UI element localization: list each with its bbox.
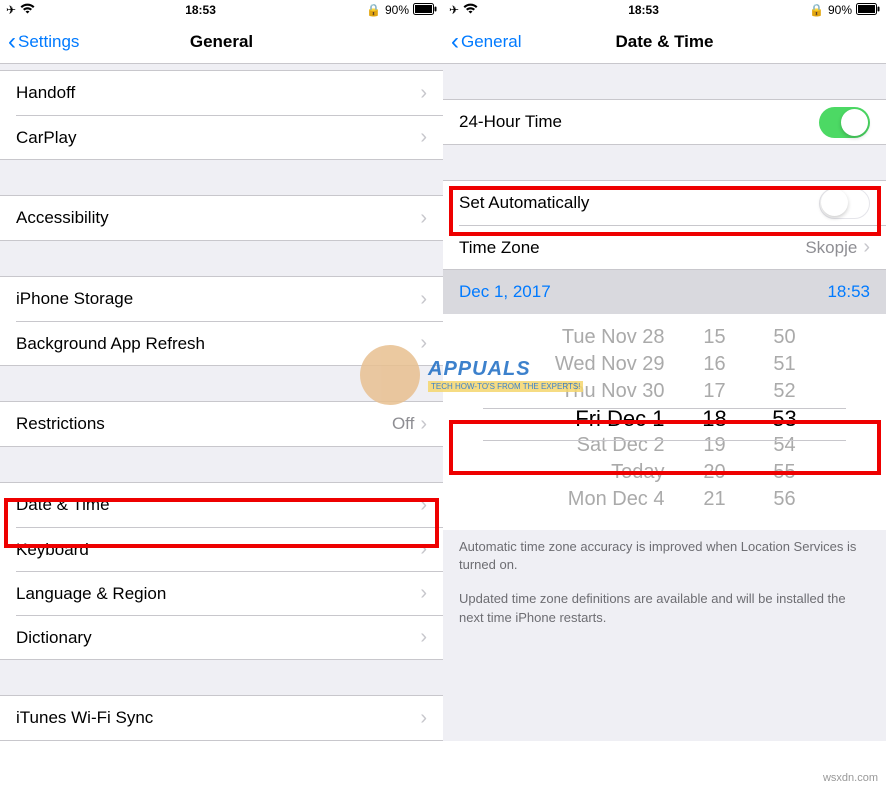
row-24hour[interactable]: 24-Hour Time [443, 100, 886, 144]
chevron-right-icon: › [420, 288, 427, 311]
source-watermark: wsxdn.com [823, 772, 878, 784]
chevron-right-icon: › [420, 494, 427, 517]
wifi-icon [20, 3, 35, 17]
selected-date-row[interactable]: Dec 1, 2017 18:53 [443, 270, 886, 314]
wifi-icon [463, 3, 478, 17]
row-dictionary[interactable]: Dictionary › [16, 615, 443, 659]
chevron-right-icon: › [420, 126, 427, 149]
back-button[interactable]: ‹ Settings [0, 28, 79, 56]
back-label: General [461, 32, 521, 52]
back-button[interactable]: ‹ General [443, 28, 521, 56]
airplane-icon: ✈ [449, 3, 459, 17]
selected-time: 18:53 [827, 282, 870, 302]
row-carplay[interactable]: CarPlay › [16, 115, 443, 159]
rotation-lock-icon: 🔒 [366, 3, 381, 17]
rotation-lock-icon: 🔒 [809, 3, 824, 17]
row-restrictions[interactable]: Restrictions Off › [0, 402, 443, 446]
toggle-24hour[interactable] [819, 107, 870, 138]
selected-date: Dec 1, 2017 [459, 282, 551, 302]
chevron-right-icon: › [863, 236, 870, 259]
mascot-icon [360, 345, 420, 405]
row-language-region[interactable]: Language & Region › [16, 571, 443, 615]
battery-pct: 90% [828, 3, 852, 17]
status-time: 18:53 [185, 3, 216, 17]
row-handoff[interactable]: Handoff › [0, 71, 443, 115]
row-time-zone[interactable]: Time Zone Skopje › [459, 225, 886, 269]
back-label: Settings [18, 32, 79, 52]
picker-col-hour[interactable]: 15 16 17 18 19 20 21 [695, 324, 735, 513]
picker-col-minute[interactable]: 50 51 52 53 54 55 56 [765, 324, 805, 513]
nav-bar: ‹ General Date & Time [443, 20, 886, 64]
chevron-left-icon: ‹ [8, 28, 16, 56]
status-bar: ✈ 18:53 🔒 90% [0, 0, 443, 20]
chevron-right-icon: › [420, 82, 427, 105]
row-iphone-storage[interactable]: iPhone Storage › [0, 277, 443, 321]
battery-icon [856, 3, 880, 18]
airplane-icon: ✈ [6, 3, 16, 17]
chevron-right-icon: › [420, 413, 427, 436]
battery-pct: 90% [385, 3, 409, 17]
status-time: 18:53 [628, 3, 659, 17]
toggle-set-auto[interactable] [819, 188, 870, 219]
row-itunes-wifi[interactable]: iTunes Wi-Fi Sync › [0, 696, 443, 740]
chevron-right-icon: › [420, 626, 427, 649]
nav-bar: ‹ Settings General [0, 20, 443, 64]
battery-icon [413, 3, 437, 18]
chevron-right-icon: › [420, 582, 427, 605]
appuals-watermark: APPUALS TECH HOW-TO'S FROM THE EXPERTS! [360, 345, 583, 405]
row-date-time[interactable]: Date & Time › [0, 483, 443, 527]
chevron-right-icon: › [420, 207, 427, 230]
footer-note-1: Automatic time zone accuracy is improved… [443, 530, 886, 582]
chevron-right-icon: › [420, 707, 427, 730]
row-set-automatically[interactable]: Set Automatically [443, 181, 886, 225]
chevron-left-icon: ‹ [451, 28, 459, 56]
row-keyboard[interactable]: Keyboard › [16, 527, 443, 571]
status-bar: ✈ 18:53 🔒 90% [443, 0, 886, 20]
footer-note-2: Updated time zone definitions are availa… [443, 582, 886, 634]
chevron-right-icon: › [420, 538, 427, 561]
row-accessibility[interactable]: Accessibility › [0, 196, 443, 240]
